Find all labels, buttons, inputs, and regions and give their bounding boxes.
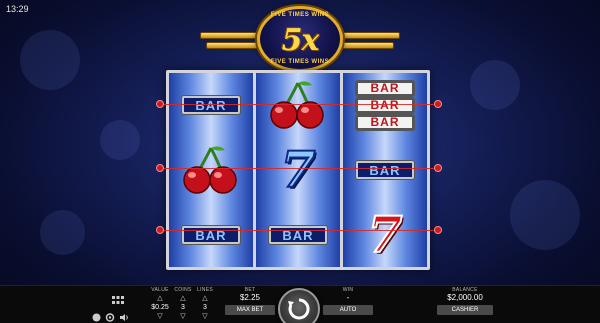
symbol-triple-bar: BAR BAR BAR xyxy=(343,73,427,137)
bar-symbol: BAR xyxy=(269,226,327,244)
symbol-bar: BAR xyxy=(169,203,253,267)
balance-amount: $2,000.00 xyxy=(447,293,483,302)
payline-marker-left xyxy=(156,100,164,108)
value-increase-icon[interactable]: △ xyxy=(150,294,170,302)
bokeh-light xyxy=(510,180,580,250)
seven-symbol: 7 xyxy=(367,205,404,264)
payline-3 xyxy=(160,230,440,231)
payline-marker-right xyxy=(434,164,442,172)
logo-wing-left xyxy=(200,32,260,39)
lines-decrease-icon[interactable]: ▽ xyxy=(195,312,215,320)
symbol-bar: BAR xyxy=(343,138,427,202)
bar-symbol: BAR xyxy=(182,226,240,244)
bar-symbol: BAR xyxy=(356,161,414,179)
lines-label: LINES xyxy=(197,287,213,293)
paytable-icon[interactable] xyxy=(112,296,124,306)
logo-arc-bottom: FIVE TIMES WINS xyxy=(270,59,330,65)
reels-frame: BAR BAR 7 BAR BAR BAR BAR BAR 7 xyxy=(166,70,430,270)
symbol-seven: 7 xyxy=(256,138,340,202)
win-amount: - xyxy=(346,293,350,302)
settings-icon[interactable] xyxy=(105,313,115,322)
cherry-icon xyxy=(183,146,237,194)
auto-button[interactable]: AUTO xyxy=(323,305,373,315)
logo-disc: FIVE TIMES WINS 5x FIVE TIMES WINS xyxy=(257,6,343,72)
sound-icon[interactable] xyxy=(120,313,129,322)
spin-icon xyxy=(288,298,310,320)
value-amount: $0.25 xyxy=(151,304,169,311)
game-logo: FIVE TIMES WINS 5x FIVE TIMES WINS xyxy=(200,6,400,72)
coins-amount: 3 xyxy=(181,304,185,311)
value-label: VALUE xyxy=(151,287,169,293)
logo-wing-right xyxy=(340,42,394,49)
symbol-cherry xyxy=(256,73,340,137)
lines-amount: 3 xyxy=(203,304,207,311)
symbol-seven: 7 xyxy=(343,203,427,267)
reel-3: BAR BAR BAR BAR 7 xyxy=(343,73,427,267)
bokeh-light xyxy=(100,120,140,160)
payline-1 xyxy=(160,104,440,105)
payline-marker-right xyxy=(434,100,442,108)
reel-1: BAR BAR xyxy=(169,73,253,267)
bet-amount: $2.25 xyxy=(239,293,261,302)
info-icon[interactable] xyxy=(92,313,101,322)
status-time: 13:29 xyxy=(6,4,29,14)
payline-marker-right xyxy=(434,226,442,234)
symbol-cherry xyxy=(169,138,253,202)
payline-marker-left xyxy=(156,164,164,172)
cherry-icon xyxy=(270,81,324,129)
payline-2 xyxy=(160,168,440,169)
symbol-bar: BAR xyxy=(256,203,340,267)
symbol-bar: BAR xyxy=(169,73,253,137)
logo-5x: 5x xyxy=(281,23,320,58)
coins-decrease-icon[interactable]: ▽ xyxy=(173,312,193,320)
lines-increase-icon[interactable]: △ xyxy=(195,294,215,302)
value-decrease-icon[interactable]: ▽ xyxy=(150,312,170,320)
bokeh-light xyxy=(20,30,80,90)
bokeh-light xyxy=(40,210,85,255)
cashier-button[interactable]: CASHIER xyxy=(437,305,493,315)
max-bet-button[interactable]: MAX BET xyxy=(225,305,275,315)
logo-arc-top: FIVE TIMES WINS xyxy=(270,12,330,18)
bar-symbol: BAR xyxy=(356,80,414,96)
bokeh-light xyxy=(470,60,520,110)
logo-wing-left xyxy=(206,42,260,49)
bar-symbol: BAR xyxy=(356,97,414,113)
coins-increase-icon[interactable]: △ xyxy=(173,294,193,302)
logo-wing-right xyxy=(340,32,400,39)
spin-button[interactable] xyxy=(278,288,320,323)
triple-bar-symbol: BAR BAR BAR xyxy=(356,80,414,130)
bar-symbol: BAR xyxy=(182,96,240,114)
payline-marker-left xyxy=(156,226,164,234)
coins-label: COINS xyxy=(174,287,192,293)
bar-symbol: BAR xyxy=(356,114,414,130)
seven-symbol: 7 xyxy=(280,140,317,199)
reel-2: 7 BAR xyxy=(256,73,340,267)
